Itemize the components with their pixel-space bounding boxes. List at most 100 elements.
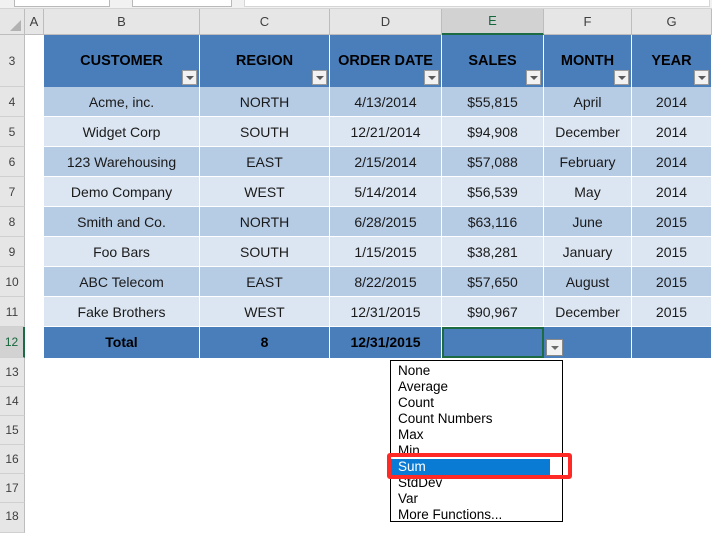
- function-menu-item-more-functions[interactable]: More Functions...: [391, 507, 562, 523]
- table-header-region[interactable]: REGION: [200, 35, 330, 87]
- cell-sales-row-4[interactable]: $55,815: [442, 87, 544, 117]
- cell-region-row-4[interactable]: NORTH: [200, 87, 330, 117]
- cell-sales-row-9[interactable]: $38,281: [442, 237, 544, 267]
- row-header-13[interactable]: 13: [0, 358, 25, 387]
- cell-order-date-row-4[interactable]: 4/13/2014: [330, 87, 442, 117]
- cell-month-row-5[interactable]: December: [544, 117, 632, 147]
- cell-region-row-6[interactable]: EAST: [200, 147, 330, 177]
- function-menu-item-none[interactable]: None: [391, 363, 562, 379]
- cell-month-row-11[interactable]: December: [544, 297, 632, 327]
- row-header-6[interactable]: 6: [0, 147, 25, 177]
- cell-order-date-row-5[interactable]: 12/21/2014: [330, 117, 442, 147]
- cell-order-date-row-6[interactable]: 2/15/2014: [330, 147, 442, 177]
- filter-dropdown-icon-customer[interactable]: [182, 70, 197, 85]
- function-menu-item-var[interactable]: Var: [391, 491, 562, 507]
- row-header-15[interactable]: 15: [0, 416, 25, 445]
- function-box[interactable]: [132, 0, 232, 7]
- total-row-customer[interactable]: Total: [44, 327, 200, 358]
- cell-region-row-5[interactable]: SOUTH: [200, 117, 330, 147]
- total-row-region[interactable]: 8: [200, 327, 330, 358]
- row-header-17[interactable]: 17: [0, 474, 25, 503]
- cell-region-row-9[interactable]: SOUTH: [200, 237, 330, 267]
- active-cell-e12[interactable]: [442, 327, 544, 358]
- cell-year-row-5[interactable]: 2014: [632, 117, 712, 147]
- filter-dropdown-icon-sales[interactable]: [526, 70, 541, 85]
- column-header-c[interactable]: C: [200, 9, 330, 35]
- cell-customer-row-4[interactable]: Acme, inc.: [44, 87, 200, 117]
- filter-dropdown-icon-month[interactable]: [614, 70, 629, 85]
- row-header-10[interactable]: 10: [0, 267, 25, 297]
- name-box[interactable]: [14, 0, 110, 7]
- function-menu-item-stddev[interactable]: StdDev: [391, 475, 562, 491]
- cell-year-row-8[interactable]: 2015: [632, 207, 712, 237]
- total-row-function-menu[interactable]: None Average Count Count Numbers Max Min Sum St…: [390, 360, 563, 522]
- cell-customer-row-6[interactable]: 123 Warehousing: [44, 147, 200, 177]
- cell-region-row-8[interactable]: NORTH: [200, 207, 330, 237]
- table-header-order-date[interactable]: ORDER DATE: [330, 35, 442, 87]
- cell-sales-row-7[interactable]: $56,539: [442, 177, 544, 207]
- cell-year-row-7[interactable]: 2014: [632, 177, 712, 207]
- total-row-function-dropdown-button[interactable]: [546, 339, 563, 356]
- function-menu-item-min[interactable]: Min: [391, 443, 562, 459]
- cell-month-row-8[interactable]: June: [544, 207, 632, 237]
- cell-customer-row-7[interactable]: Demo Company: [44, 177, 200, 207]
- table-header-year[interactable]: YEAR: [632, 35, 712, 87]
- filter-dropdown-icon-year[interactable]: [694, 70, 709, 85]
- function-menu-item-max[interactable]: Max: [391, 427, 562, 443]
- row-header-16[interactable]: 16: [0, 445, 25, 474]
- cell-customer-row-8[interactable]: Smith and Co.: [44, 207, 200, 237]
- cell-customer-row-10[interactable]: ABC Telecom: [44, 267, 200, 297]
- total-row-order-date[interactable]: 12/31/2015: [330, 327, 442, 358]
- cell-sales-row-6[interactable]: $57,088: [442, 147, 544, 177]
- function-menu-item-count[interactable]: Count: [391, 395, 562, 411]
- row-header-11[interactable]: 11: [0, 297, 25, 327]
- column-header-a[interactable]: A: [25, 9, 44, 35]
- function-menu-item-sum[interactable]: Sum: [391, 459, 550, 475]
- column-header-e[interactable]: E: [442, 9, 544, 35]
- row-header-7[interactable]: 7: [0, 177, 25, 207]
- cell-year-row-4[interactable]: 2014: [632, 87, 712, 117]
- cell-month-row-4[interactable]: April: [544, 87, 632, 117]
- cell-region-row-10[interactable]: EAST: [200, 267, 330, 297]
- cell-sales-row-5[interactable]: $94,908: [442, 117, 544, 147]
- filter-dropdown-icon-region[interactable]: [312, 70, 327, 85]
- row-header-12[interactable]: 12: [0, 327, 25, 358]
- cell-sales-row-10[interactable]: $57,650: [442, 267, 544, 297]
- table-header-customer[interactable]: CUSTOMER: [44, 35, 200, 87]
- row-header-8[interactable]: 8: [0, 207, 25, 237]
- function-menu-item-count-numbers[interactable]: Count Numbers: [391, 411, 562, 427]
- filter-dropdown-icon-order-date[interactable]: [424, 70, 439, 85]
- cell-order-date-row-8[interactable]: 6/28/2015: [330, 207, 442, 237]
- cell-month-row-7[interactable]: May: [544, 177, 632, 207]
- cell-order-date-row-11[interactable]: 12/31/2015: [330, 297, 442, 327]
- column-header-f[interactable]: F: [544, 9, 632, 35]
- cell-year-row-9[interactable]: 2015: [632, 237, 712, 267]
- cell-order-date-row-7[interactable]: 5/14/2014: [330, 177, 442, 207]
- column-header-d[interactable]: D: [330, 9, 442, 35]
- function-menu-item-average[interactable]: Average: [391, 379, 562, 395]
- total-row-year[interactable]: [632, 327, 712, 358]
- cell-customer-row-5[interactable]: Widget Corp: [44, 117, 200, 147]
- cell-month-row-10[interactable]: August: [544, 267, 632, 297]
- row-header-9[interactable]: 9: [0, 237, 25, 267]
- cell-customer-row-11[interactable]: Fake Brothers: [44, 297, 200, 327]
- column-header-b[interactable]: B: [44, 9, 200, 35]
- column-header-g[interactable]: G: [632, 9, 712, 35]
- table-header-month[interactable]: MONTH: [544, 35, 632, 87]
- cell-month-row-6[interactable]: February: [544, 147, 632, 177]
- cell-year-row-10[interactable]: 2015: [632, 267, 712, 297]
- row-header-18[interactable]: 18: [0, 503, 25, 533]
- select-all-corner[interactable]: [0, 9, 25, 35]
- formula-bar-input[interactable]: [244, 0, 710, 7]
- empty-grid-area[interactable]: [26, 358, 712, 533]
- row-header-14[interactable]: 14: [0, 387, 25, 416]
- cell-month-row-9[interactable]: January: [544, 237, 632, 267]
- cell-sales-row-11[interactable]: $90,967: [442, 297, 544, 327]
- row-header-5[interactable]: 5: [0, 117, 25, 147]
- cell-region-row-7[interactable]: WEST: [200, 177, 330, 207]
- cell-region-row-11[interactable]: WEST: [200, 297, 330, 327]
- cell-customer-row-9[interactable]: Foo Bars: [44, 237, 200, 267]
- row-header-4[interactable]: 4: [0, 87, 25, 117]
- cell-year-row-11[interactable]: 2015: [632, 297, 712, 327]
- table-header-sales[interactable]: SALES: [442, 35, 544, 87]
